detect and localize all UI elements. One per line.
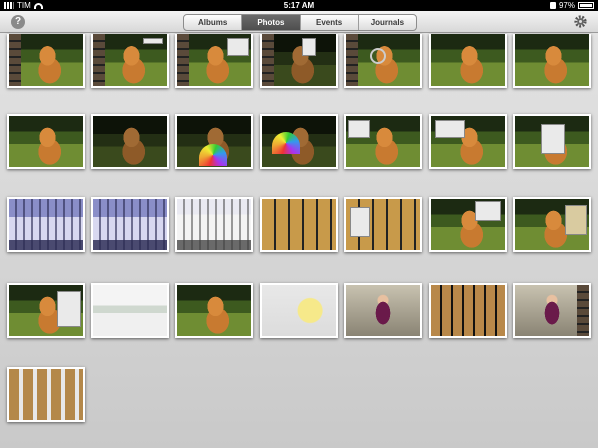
view-switcher: Albums Photos Events Journals bbox=[183, 14, 417, 31]
photo-thumbnail[interactable] bbox=[91, 197, 169, 252]
battery-percent: 97% bbox=[558, 1, 575, 10]
photo-thumbnail[interactable] bbox=[429, 197, 507, 252]
photo-thumbnail[interactable] bbox=[260, 197, 338, 252]
battery-icon bbox=[578, 2, 594, 9]
tab-albums[interactable]: Albums bbox=[184, 15, 243, 30]
status-time: 5:17 AM bbox=[283, 1, 315, 10]
status-bar: TIM 5:17 AM 97% bbox=[0, 0, 598, 11]
photo-thumbnail[interactable] bbox=[344, 283, 422, 338]
photo-thumbnail[interactable] bbox=[7, 283, 85, 338]
photo-thumbnail[interactable] bbox=[7, 114, 85, 169]
photo-thumbnail[interactable] bbox=[513, 283, 591, 338]
photo-thumbnail[interactable] bbox=[7, 197, 85, 252]
photo-grid bbox=[0, 34, 598, 448]
photo-thumbnail[interactable] bbox=[91, 283, 169, 338]
gear-icon[interactable] bbox=[573, 14, 588, 29]
photo-thumbnail[interactable] bbox=[175, 114, 253, 169]
help-button[interactable]: ? bbox=[11, 15, 25, 29]
rotation-lock-icon bbox=[549, 2, 556, 9]
photo-thumbnail[interactable] bbox=[91, 114, 169, 169]
photo-thumbnail[interactable] bbox=[7, 34, 85, 88]
photo-thumbnail[interactable] bbox=[344, 34, 422, 88]
tab-photos[interactable]: Photos bbox=[242, 15, 301, 30]
photo-thumbnail[interactable] bbox=[513, 197, 591, 252]
photo-thumbnail[interactable] bbox=[429, 283, 507, 338]
photo-thumbnail[interactable] bbox=[175, 34, 253, 88]
status-right: 97% bbox=[549, 0, 594, 11]
photo-thumbnail[interactable] bbox=[513, 114, 591, 169]
photo-thumbnail[interactable] bbox=[260, 34, 338, 88]
photo-thumbnail[interactable] bbox=[175, 283, 253, 338]
photo-thumbnail[interactable] bbox=[429, 34, 507, 88]
photo-thumbnail[interactable] bbox=[513, 34, 591, 88]
photo-thumbnail[interactable] bbox=[344, 197, 422, 252]
photo-thumbnail[interactable] bbox=[429, 114, 507, 169]
photo-thumbnail[interactable] bbox=[175, 197, 253, 252]
photo-thumbnail[interactable] bbox=[260, 283, 338, 338]
tab-journals[interactable]: Journals bbox=[359, 15, 416, 30]
photo-thumbnail[interactable] bbox=[91, 34, 169, 88]
photo-thumbnail[interactable] bbox=[7, 367, 85, 422]
tab-events[interactable]: Events bbox=[301, 15, 359, 30]
photo-thumbnail[interactable] bbox=[344, 114, 422, 169]
top-toolbar: ? Albums Photos Events Journals bbox=[0, 11, 598, 33]
photo-thumbnail[interactable] bbox=[260, 114, 338, 169]
